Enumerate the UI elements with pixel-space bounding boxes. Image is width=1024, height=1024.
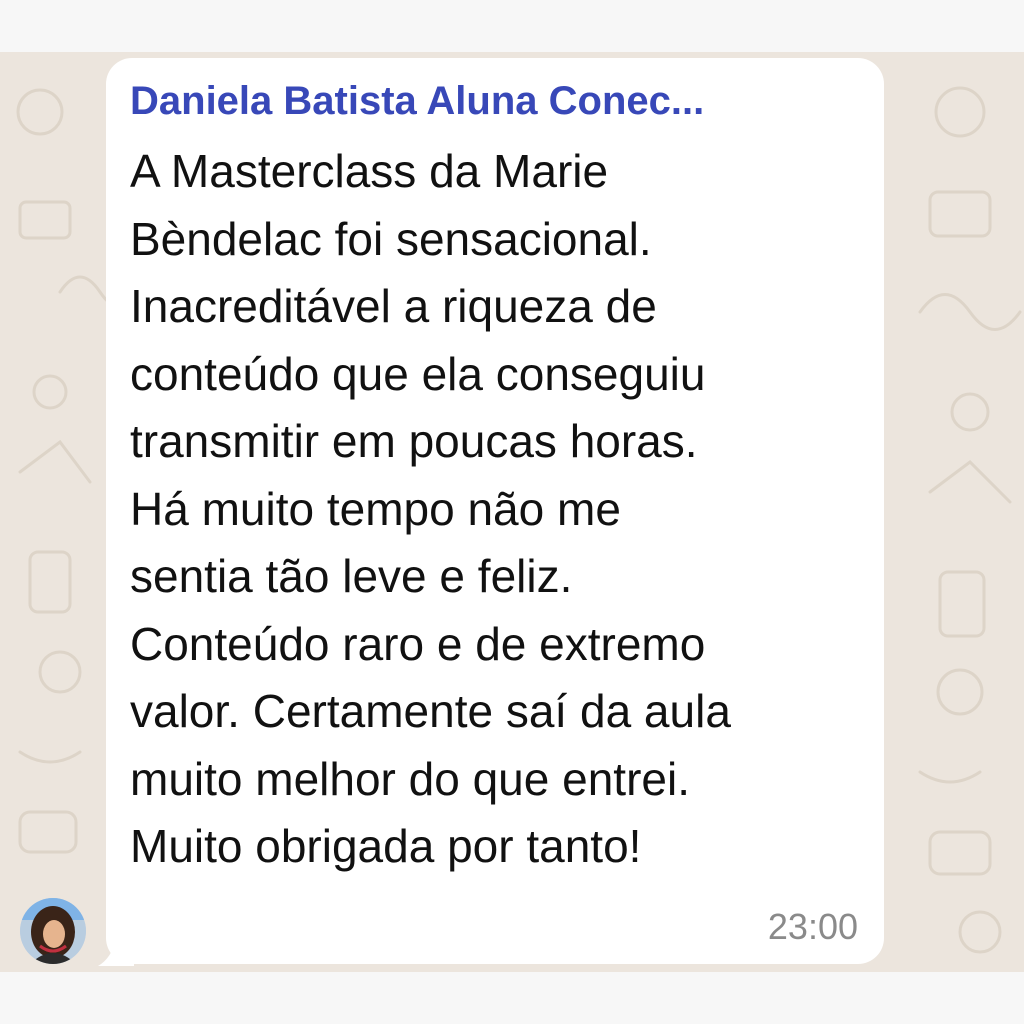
avatar-photo-icon xyxy=(20,898,86,964)
message-line: Muito obrigada por tanto! xyxy=(130,820,642,872)
message-text: A Masterclass da Marie Bèndelac foi sens… xyxy=(130,138,860,881)
message-timestamp: 23:00 xyxy=(767,906,858,947)
message-line: A Masterclass da Marie xyxy=(130,145,609,197)
message-line: muito melhor do que entrei. xyxy=(130,752,690,805)
message-line: Inacreditável a riqueza de xyxy=(130,280,657,332)
message-line: Conteúdo raro e de extremo xyxy=(130,617,706,670)
message-line: sentia tão leve e feliz. xyxy=(130,550,573,602)
sender-avatar[interactable] xyxy=(20,898,86,964)
message-line: Há muito tempo não me xyxy=(130,482,621,535)
message-line: conteúdo que ela conseguiu xyxy=(130,347,706,400)
sender-name[interactable]: Daniela Batista Aluna Conec... xyxy=(130,78,860,124)
message-line: valor. Certamente saí da aula xyxy=(130,685,731,737)
top-strip xyxy=(0,0,1024,52)
message-line: transmitir em poucas horas. xyxy=(130,415,698,467)
message-bubble[interactable]: Daniela Batista Aluna Conec... A Masterc… xyxy=(106,58,884,964)
message-line: Bèndelac foi sensacional. xyxy=(130,212,652,265)
bottom-strip xyxy=(0,972,1024,1024)
